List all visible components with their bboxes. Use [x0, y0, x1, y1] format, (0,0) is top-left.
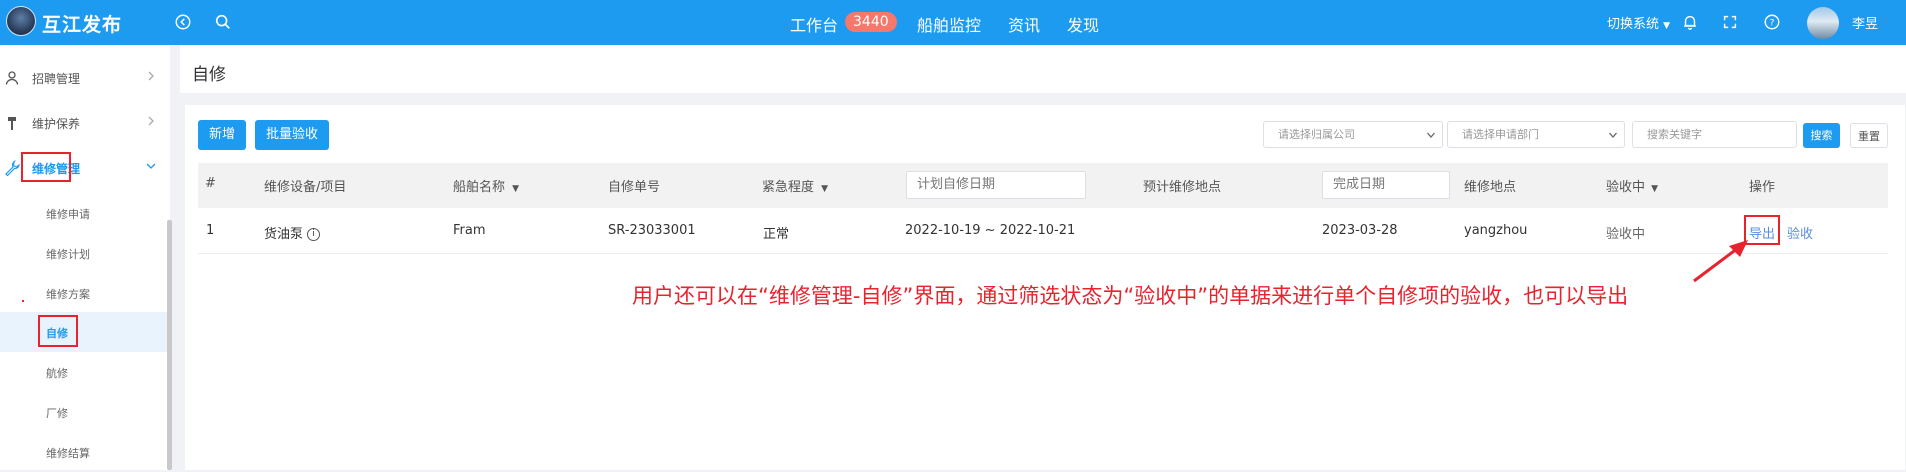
subitem-label: 维修申请 — [46, 208, 90, 221]
search-input[interactable]: 搜索关键字 — [1632, 121, 1797, 148]
sidebar-subitem-yard-repair[interactable]: 厂修 — [0, 392, 170, 432]
sidebar-item-label: 维护保养 — [32, 117, 81, 131]
sidebar-subitem-repair-plan[interactable]: 维修计划 — [0, 233, 170, 273]
page-title-bar: 自修 — [180, 45, 1906, 93]
sidebar-item-recruitment[interactable]: 招聘管理 — [0, 58, 170, 98]
col-urgency-sortable[interactable]: 紧急程度 ▼ — [762, 176, 828, 195]
caret-down-icon: ▼ — [821, 184, 829, 194]
sidebar-subitem-voyage-repair[interactable]: 航修 — [0, 352, 170, 392]
col-location: 预计维修地点 — [1143, 180, 1222, 195]
row-urgency: 正常 — [763, 227, 790, 242]
subitem-label: 维修方案 — [46, 288, 90, 301]
sidebar-subitem-self-repair[interactable]: 自修 — [0, 312, 170, 352]
col-index: # — [205, 176, 216, 191]
batch-accept-button[interactable]: 批量验收 — [255, 120, 329, 150]
col-equipment: 维修设备/项目 — [264, 180, 347, 195]
nav-discover[interactable]: 发现 — [1067, 12, 1099, 36]
row-equipment-label: 货油泵 — [264, 227, 304, 242]
wrench-icon — [5, 160, 20, 176]
row-plan-date: 2022-10-19 ~ 2022-10-21 — [905, 223, 1076, 238]
accept-link[interactable]: 验收 — [1787, 223, 1813, 242]
plan-date-filter-input[interactable]: 计划自修日期 — [906, 171, 1086, 199]
chevron-right-icon — [148, 116, 154, 126]
caret-down-icon: ▼ — [512, 184, 520, 194]
subitem-label: 厂修 — [46, 407, 68, 420]
fullscreen-icon[interactable] — [1720, 12, 1740, 32]
col-urgency-label: 紧急程度 — [762, 180, 815, 195]
red-dot — [22, 300, 24, 302]
switch-system-label: 切换系统 — [1607, 17, 1660, 32]
finish-date-filter-input[interactable]: 完成日期 — [1322, 171, 1450, 199]
chevron-right-icon — [148, 71, 154, 81]
sidebar-item-label: 招聘管理 — [32, 72, 81, 86]
search-icon[interactable] — [213, 12, 233, 32]
sidebar: 招聘管理 维护保养 维修管理 维修申请 维修计划 维修方案 自修 航修 厂修 维… — [0, 45, 170, 470]
top-bar: 互江发布 工作台 3440 船舶监控 资讯 发现 切换系统 ▼ ? 李昱 — [0, 0, 1906, 45]
info-icon[interactable]: i — [307, 228, 321, 241]
col-order: 自修单号 — [608, 180, 661, 195]
col-actions: 操作 — [1749, 180, 1776, 195]
search-button[interactable]: 搜索 — [1803, 123, 1840, 148]
row-index: 1 — [206, 223, 215, 238]
row-repair-site: yangzhou — [1464, 223, 1528, 238]
col-ship-label: 船舶名称 — [453, 180, 506, 195]
sidebar-item-maintenance[interactable]: 维护保养 — [0, 103, 170, 143]
caret-down-icon: ▼ — [1651, 184, 1659, 194]
highlight-box-self-repair — [38, 315, 78, 347]
workbench-count-badge: 3440 — [845, 12, 897, 32]
annotation-arrow-icon — [1693, 240, 1748, 283]
sidebar-subitem-repair-request[interactable]: 维修申请 — [0, 193, 170, 233]
col-repair-site: 维修地点 — [1464, 180, 1517, 195]
bell-icon[interactable] — [1680, 12, 1700, 32]
sidebar-subitem-repair-settlement[interactable]: 维修结算 — [0, 432, 170, 472]
row-ship: Fram — [453, 223, 486, 238]
status-filter-label: 验收中 — [1606, 180, 1646, 195]
row-order: SR-23033001 — [608, 223, 696, 238]
hammer-icon — [8, 117, 16, 130]
help-icon[interactable]: ? — [1762, 12, 1782, 32]
row-divider — [198, 253, 1888, 254]
company-select-placeholder: 请选择归属公司 — [1278, 128, 1355, 141]
company-select[interactable]: 请选择归属公司 — [1263, 121, 1443, 148]
reset-button[interactable]: 重置 — [1850, 123, 1888, 148]
annotation-text: 用户还可以在“维修管理-自修”界面，通过筛选状态为“验收中”的单据来进行单个自修… — [632, 284, 1629, 308]
user-icon — [5, 71, 19, 85]
status-filter-dropdown[interactable]: 验收中 ▼ — [1606, 176, 1658, 195]
nav-news[interactable]: 资讯 — [1008, 12, 1040, 36]
department-select-placeholder: 请选择申请部门 — [1462, 128, 1539, 141]
caret-down-icon: ▼ — [1663, 21, 1671, 31]
search-input-placeholder: 搜索关键字 — [1647, 128, 1702, 141]
chevron-down-icon — [146, 163, 156, 169]
row-finish-date: 2023-03-28 — [1322, 223, 1398, 238]
add-button[interactable]: 新增 — [198, 120, 246, 150]
chevron-down-icon — [1609, 132, 1617, 138]
app-title: 互江发布 — [42, 14, 123, 36]
back-icon[interactable] — [173, 12, 193, 32]
nav-workbench[interactable]: 工作台 — [790, 12, 838, 36]
svg-text:?: ? — [1770, 19, 1775, 29]
app-logo — [6, 6, 36, 36]
subitem-label: 航修 — [46, 367, 68, 380]
username[interactable]: 李昱 — [1852, 13, 1878, 32]
switch-system-dropdown[interactable]: 切换系统 ▼ — [1607, 13, 1670, 32]
sidebar-subitem-repair-scheme[interactable]: 维修方案 — [0, 273, 170, 313]
chevron-down-icon — [1427, 132, 1435, 138]
nav-ship-monitor[interactable]: 船舶监控 — [917, 12, 981, 36]
col-ship-sortable[interactable]: 船舶名称 ▼ — [453, 176, 519, 195]
subitem-label: 维修结算 — [46, 447, 90, 460]
row-status: 验收中 — [1606, 227, 1646, 242]
sidebar-scrollbar[interactable] — [167, 220, 172, 470]
row-equipment: 货油泵 i — [264, 223, 321, 242]
department-select[interactable]: 请选择申请部门 — [1447, 121, 1625, 148]
page-title: 自修 — [192, 65, 226, 85]
avatar[interactable] — [1807, 7, 1839, 39]
highlight-box-repair-management — [21, 152, 71, 182]
subitem-label: 维修计划 — [46, 248, 90, 261]
